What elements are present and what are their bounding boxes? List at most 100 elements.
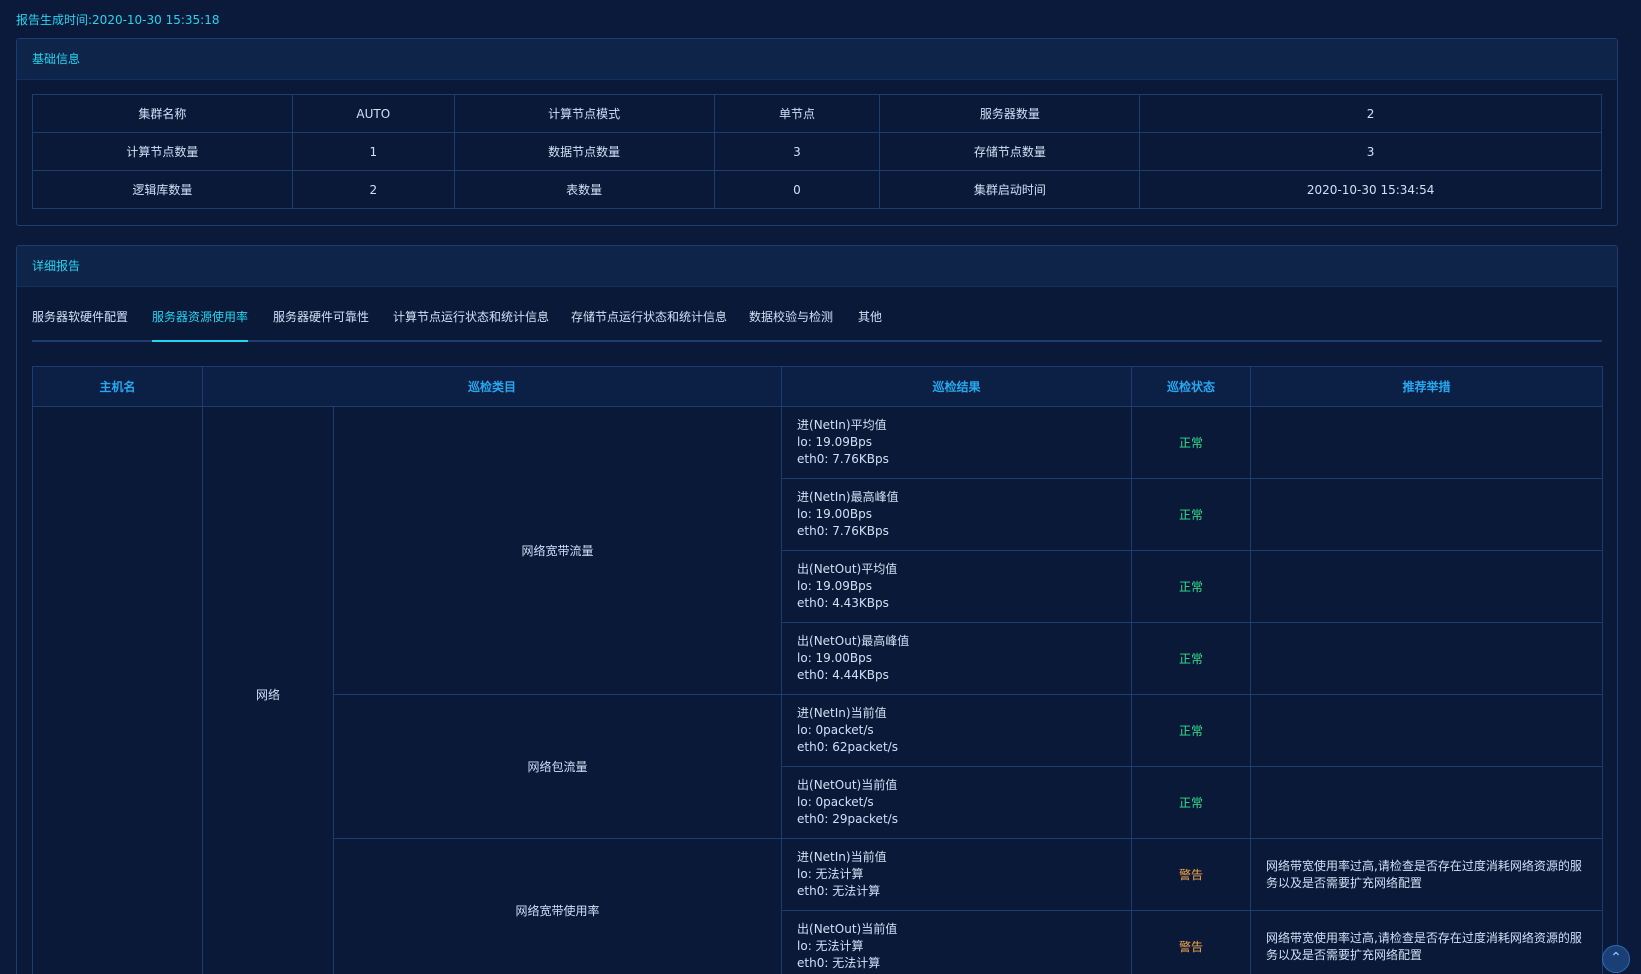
info-value: 2020-10-30 15:34:54 <box>1139 170 1602 209</box>
result-line: 进(NetIn)平均值 <box>797 418 887 432</box>
advice-cell <box>1250 622 1604 695</box>
chevron-up-icon: ⌃ <box>1610 950 1622 966</box>
tab-other[interactable]: 其他 <box>858 307 882 340</box>
header-advice: 推荐举措 <box>1250 366 1604 407</box>
info-value: 3 <box>713 132 881 171</box>
category-cell: 网络 <box>202 406 334 974</box>
info-label: 计算节点模式 <box>453 94 715 133</box>
result-line: eth0: 无法计算 <box>797 884 881 898</box>
result-cell: 出(NetOut)平均值 lo: 19.09Bps eth0: 4.43KBps <box>781 550 1133 623</box>
header-result: 巡检结果 <box>781 366 1133 407</box>
result-line: lo: 19.00Bps <box>797 651 873 665</box>
scroll-top-button[interactable]: ⌃ <box>1602 945 1630 973</box>
info-label: 集群名称 <box>32 94 293 133</box>
result-line: 进(NetIn)当前值 <box>797 850 887 864</box>
info-label: 存储节点数量 <box>879 132 1141 171</box>
info-label: 计算节点数量 <box>32 132 293 171</box>
result-line: eth0: 4.43KBps <box>797 596 889 610</box>
result-line: 出(NetOut)当前值 <box>797 922 898 936</box>
status-badge: 警告 <box>1131 910 1252 974</box>
detail-report-panel: 详细报告 服务器软硬件配置 服务器资源使用率 服务器硬件可靠性 计算节点运行状态… <box>16 245 1618 974</box>
result-cell: 出(NetOut)当前值 lo: 0packet/s eth0: 29packet/… <box>781 766 1133 839</box>
result-cell: 出(NetOut)最高峰值 lo: 19.00Bps eth0: 4.44KBps <box>781 622 1133 695</box>
result-cell: 出(NetOut)当前值 lo: 无法计算 eth0: 无法计算 <box>781 910 1133 974</box>
basic-info-panel: 基础信息 集群名称 AUTO 计算节点模式 单节点 服务器数量 2 计算节点数量 1 数据节点数… <box>16 38 1618 226</box>
advice-cell <box>1250 694 1604 767</box>
report-time: 报告生成时间:2020-10-30 15:35:18 <box>16 11 220 28</box>
detail-report-title: 详细报告 <box>17 246 1617 287</box>
header-category: 巡检类目 <box>201 366 783 407</box>
result-cell: 进(NetIn)当前值 lo: 无法计算 eth0: 无法计算 <box>781 838 1133 911</box>
result-cell: 进(NetIn)平均值 lo: 19.09Bps eth0: 7.76KBps <box>781 406 1133 479</box>
report-tabs: 服务器软硬件配置 服务器资源使用率 服务器硬件可靠性 计算节点运行状态和统计信息… <box>32 296 1602 342</box>
advice-cell: 网络带宽使用率过高,请检查是否存在过度消耗网络资源的服务以及是否需要扩充网络配置 <box>1250 910 1604 974</box>
info-row: 计算节点数量 1 数据节点数量 3 存储节点数量 3 <box>32 132 1602 171</box>
basic-info-title: 基础信息 <box>17 39 1617 80</box>
tab-data-validation[interactable]: 数据校验与检测 <box>749 307 833 340</box>
result-line: lo: 19.09Bps <box>797 579 873 593</box>
header-hostname: 主机名 <box>32 366 203 407</box>
info-label: 表数量 <box>453 170 715 209</box>
info-value: 0 <box>713 170 881 209</box>
tab-server-resource-usage[interactable]: 服务器资源使用率 <box>152 307 249 342</box>
advice-cell <box>1250 406 1604 479</box>
advice-cell <box>1250 478 1604 551</box>
report-time-label: 报告生成时间: <box>16 13 93 27</box>
result-line: eth0: 62packet/s <box>797 740 898 754</box>
result-line: lo: 无法计算 <box>797 867 864 881</box>
status-badge: 警告 <box>1131 838 1252 911</box>
result-line: lo: 无法计算 <box>797 939 864 953</box>
result-line: 出(NetOut)平均值 <box>797 562 898 576</box>
result-line: eth0: 7.76KBps <box>797 452 889 466</box>
result-line: eth0: 4.44KBps <box>797 668 889 682</box>
tab-server-hardware-reliability[interactable]: 服务器硬件可靠性 <box>273 307 369 340</box>
result-line: lo: 19.09Bps <box>797 435 873 449</box>
info-value: 1 <box>291 132 455 171</box>
tab-server-config[interactable]: 服务器软硬件配置 <box>32 307 128 340</box>
result-cell: 进(NetIn)当前值 lo: 0packet/s eth0: 62packet/s <box>781 694 1133 767</box>
report-time-value: 2020-10-30 15:35:18 <box>92 13 220 27</box>
advice-cell: 网络带宽使用率过高,请检查是否存在过度消耗网络资源的服务以及是否需要扩充网络配置 <box>1250 838 1604 911</box>
subcategory-cell: 网络包流量 <box>332 694 783 839</box>
subcategory-cell: 网络宽带使用率 <box>332 838 783 974</box>
info-label: 服务器数量 <box>879 94 1141 133</box>
hostname-cell <box>32 406 203 974</box>
advice-cell <box>1250 766 1604 839</box>
table-row: 网络 网络宽带流量 进(NetIn)平均值 lo: 19.09Bps eth0: 7.7… <box>32 406 1604 974</box>
info-value: 单节点 <box>713 94 881 133</box>
result-line: lo: 0packet/s <box>797 795 874 809</box>
page: 报告生成时间:2020-10-30 15:35:18 基础信息 集群名称 AUTO… <box>0 0 1641 974</box>
tab-compute-node-status[interactable]: 计算节点运行状态和统计信息 <box>393 307 549 340</box>
basic-info-table: 集群名称 AUTO 计算节点模式 单节点 服务器数量 2 计算节点数量 1 数据节点数量 3 存储节… <box>32 94 1602 209</box>
result-line: eth0: 29packet/s <box>797 812 898 826</box>
info-label: 逻辑库数量 <box>32 170 293 209</box>
result-line: eth0: 7.76KBps <box>797 524 889 538</box>
info-row: 集群名称 AUTO 计算节点模式 单节点 服务器数量 2 <box>32 94 1602 133</box>
status-badge: 正常 <box>1131 622 1252 695</box>
advice-cell <box>1250 550 1604 623</box>
info-label: 数据节点数量 <box>453 132 715 171</box>
info-value: 2 <box>1139 94 1602 133</box>
info-label: 集群启动时间 <box>879 170 1141 209</box>
result-line: lo: 0packet/s <box>797 723 874 737</box>
result-line: 出(NetOut)当前值 <box>797 778 898 792</box>
inspection-table: 主机名 巡检类目 巡检结果 巡检状态 推荐举措 网络 网络宽带流量 进(NetIn)… <box>32 366 1604 974</box>
result-cell: 进(NetIn)最高峰值 lo: 19.00Bps eth0: 7.76KBps <box>781 478 1133 551</box>
result-line: 出(NetOut)最高峰值 <box>797 634 910 648</box>
info-value: 2 <box>291 170 455 209</box>
result-line: 进(NetIn)最高峰值 <box>797 490 899 504</box>
status-badge: 正常 <box>1131 766 1252 839</box>
status-badge: 正常 <box>1131 478 1252 551</box>
result-line: eth0: 无法计算 <box>797 956 881 970</box>
info-row: 逻辑库数量 2 表数量 0 集群启动时间 2020-10-30 15:34:54 <box>32 170 1602 209</box>
result-line: lo: 19.00Bps <box>797 507 873 521</box>
info-value: AUTO <box>291 94 455 133</box>
tab-storage-node-status[interactable]: 存储节点运行状态和统计信息 <box>571 307 727 340</box>
result-line: 进(NetIn)当前值 <box>797 706 887 720</box>
subcategory-cell: 网络宽带流量 <box>332 406 783 695</box>
header-status: 巡检状态 <box>1131 366 1252 407</box>
status-badge: 正常 <box>1131 694 1252 767</box>
status-badge: 正常 <box>1131 550 1252 623</box>
info-value: 3 <box>1139 132 1602 171</box>
status-badge: 正常 <box>1131 406 1252 479</box>
